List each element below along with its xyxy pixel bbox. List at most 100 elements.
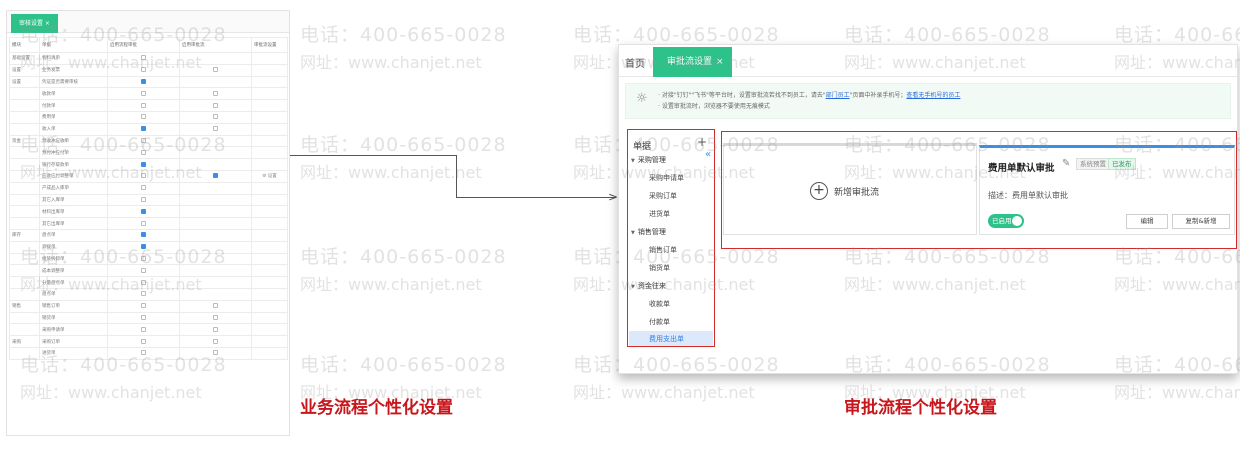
- checkbox-cell: [107, 134, 180, 148]
- settings-link[interactable]: ⚙ 设置: [262, 174, 276, 179]
- checkbox[interactable]: [213, 173, 218, 179]
- table-row: 销货单: [9, 311, 288, 325]
- checkbox[interactable]: [141, 220, 146, 226]
- link-staff-without-phone[interactable]: 查看无手机号的员工: [906, 92, 960, 99]
- module-cell: 采购: [9, 335, 40, 348]
- document-cell: 采购申请单: [39, 323, 108, 337]
- document-cell: 收款单: [39, 87, 108, 101]
- checkbox[interactable]: [141, 291, 146, 297]
- checkbox[interactable]: [141, 232, 146, 238]
- business-flow-settings-panel: 审核设置 × 模块 单据 启用流程审批 启用审批流 审批流设置 基础设置 物料清单…: [6, 10, 290, 436]
- checkbox[interactable]: [141, 196, 146, 202]
- watermark-phone: 电话：400-665-0028: [1114, 24, 1240, 46]
- connector-line: [290, 155, 456, 156]
- document-cell: 销售订单: [39, 299, 108, 313]
- checkbox-cell: [107, 205, 180, 219]
- checkbox[interactable]: [213, 350, 218, 356]
- col-header-enable-approval-flow: 启用审批流: [179, 37, 252, 53]
- settings-cell: [251, 99, 288, 112]
- checkbox[interactable]: [213, 303, 218, 309]
- watermark-phone: 电话：400-665-0028: [300, 246, 507, 268]
- document-cell: 应收应付调整单: [39, 169, 108, 183]
- checkbox[interactable]: [141, 114, 146, 120]
- checkbox-cell: [107, 158, 180, 171]
- document-cell: 调拨单: [39, 240, 108, 254]
- checkbox[interactable]: [141, 55, 146, 61]
- checkbox[interactable]: [141, 78, 146, 84]
- checkbox[interactable]: [213, 338, 218, 344]
- module-cell: [9, 264, 40, 278]
- document-cell: 物料清单: [39, 52, 108, 65]
- checkbox[interactable]: [141, 338, 146, 344]
- document-cell: 进货单: [39, 346, 108, 360]
- checkbox-cell: [179, 122, 252, 136]
- table-row: 成本调整单: [9, 264, 288, 278]
- checkbox-cell: [107, 169, 180, 183]
- settings-cell: [251, 252, 288, 266]
- document-cell: 付款单: [39, 99, 108, 112]
- module-cell: [9, 346, 40, 360]
- checkbox[interactable]: [141, 67, 146, 73]
- checkbox-cell: [179, 252, 252, 266]
- watermark-site: 网址：www.chanjet.net: [1114, 383, 1240, 402]
- module-cell: [9, 205, 40, 219]
- checkbox[interactable]: [141, 90, 146, 96]
- module-cell: [9, 193, 40, 207]
- table-row: 收款单: [9, 87, 288, 101]
- checkbox[interactable]: [213, 114, 218, 120]
- checkbox[interactable]: [141, 255, 146, 261]
- table-row: 销售 销售订单: [9, 299, 288, 313]
- col-header-document: 单据: [39, 37, 108, 53]
- checkbox[interactable]: [141, 161, 146, 167]
- checkbox[interactable]: [213, 67, 218, 73]
- checkbox[interactable]: [141, 244, 146, 250]
- settings-cell: [251, 193, 288, 207]
- checkbox[interactable]: [141, 126, 146, 132]
- checkbox[interactable]: [141, 326, 146, 332]
- module-cell: [9, 311, 40, 325]
- checkbox[interactable]: [141, 149, 146, 155]
- document-cell: 收入单: [39, 122, 108, 136]
- checkbox[interactable]: [141, 173, 146, 179]
- checkbox[interactable]: [213, 314, 218, 320]
- checkbox[interactable]: [213, 102, 218, 108]
- module-cell: [9, 110, 40, 124]
- checkbox[interactable]: [141, 185, 146, 191]
- settings-cell: [251, 205, 288, 219]
- tab-audit-settings[interactable]: 审核设置 ×: [11, 14, 58, 33]
- audit-settings-table: 模块 单据 启用流程审批 启用审批流 审批流设置 基础设置 物料清单 设置 业务发票设…: [9, 37, 288, 360]
- table-row: 盘点单: [9, 287, 288, 301]
- table-row: 材料出库单: [9, 205, 288, 219]
- checkbox[interactable]: [141, 279, 146, 285]
- watermark-phone: 电话：400-665-0028: [300, 134, 507, 156]
- close-icon[interactable]: ×: [716, 57, 724, 67]
- checkbox[interactable]: [141, 208, 146, 214]
- document-cell: 成本调整单: [39, 264, 108, 278]
- checkbox-cell: [179, 134, 252, 148]
- link-department-staff[interactable]: 部门员工: [826, 92, 850, 99]
- checkbox[interactable]: [141, 350, 146, 356]
- module-cell: [9, 276, 40, 289]
- tab-label: 审批流设置: [667, 57, 713, 67]
- table-row: 调拨单: [9, 240, 288, 254]
- connector-line: [456, 155, 457, 197]
- document-cell: 盘点单: [39, 228, 108, 242]
- table-row: 基础设置 物料清单: [9, 52, 288, 65]
- settings-cell: [251, 311, 288, 325]
- checkbox[interactable]: [141, 303, 146, 309]
- checkbox[interactable]: [213, 326, 218, 332]
- tab-approval-flow-settings[interactable]: 审批流设置 ×: [653, 47, 732, 77]
- tab-home[interactable]: 首页: [625, 55, 645, 70]
- checkbox[interactable]: [141, 267, 146, 273]
- settings-cell: [251, 146, 288, 160]
- checkbox[interactable]: [141, 314, 146, 320]
- checkbox-cell: [179, 110, 252, 124]
- checkbox[interactable]: [141, 137, 146, 143]
- module-cell: [9, 323, 40, 337]
- connector-arrow-icon: >: [608, 190, 619, 204]
- checkbox[interactable]: [141, 102, 146, 108]
- checkbox[interactable]: [213, 126, 218, 132]
- checkbox[interactable]: [213, 90, 218, 96]
- settings-cell: [251, 110, 288, 124]
- module-cell: [9, 99, 40, 112]
